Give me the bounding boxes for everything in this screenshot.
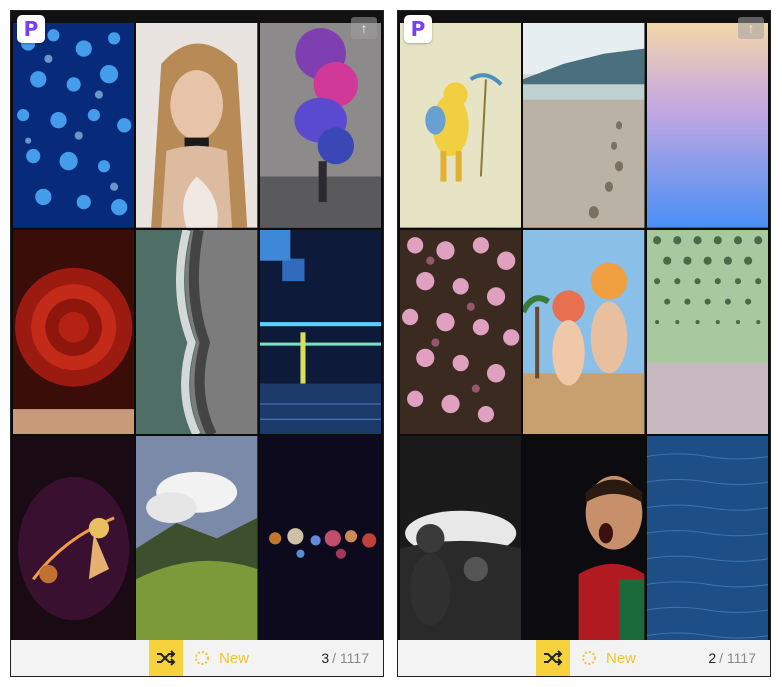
- app-logo-letter: P: [23, 17, 39, 41]
- shuffle-icon: [544, 650, 563, 666]
- sparkle-icon: [582, 651, 596, 665]
- wallpaper-tile-beach-aerial[interactable]: [136, 229, 258, 435]
- new-label: New: [606, 649, 637, 667]
- wallpaper-tile-fire-dancers[interactable]: [13, 436, 135, 641]
- sparkle-icon: [195, 651, 209, 665]
- wallpaper-tile-green-mountains[interactable]: [136, 436, 258, 641]
- wallpaper-grid: [400, 23, 768, 641]
- wallpaper-tile-red-rose[interactable]: [13, 229, 135, 435]
- bottom-bar: New 3 / 1117: [11, 640, 383, 676]
- counter-separator: /: [719, 650, 724, 666]
- counter-total: 1117: [726, 650, 756, 666]
- status-bar: [11, 11, 383, 23]
- phone-screen-left: P ↑ New 3 / 1117: [10, 10, 384, 677]
- counter-current: 2: [708, 650, 717, 666]
- new-filter-button[interactable]: New: [193, 640, 249, 676]
- phone-screen-right: P ↑ New 2 / 1117: [397, 10, 771, 677]
- bottom-bar: New 2 / 1117: [398, 640, 770, 676]
- page-counter: 3 / 1117: [321, 640, 369, 676]
- new-filter-button[interactable]: New: [580, 640, 636, 676]
- app-logo[interactable]: P: [404, 15, 432, 43]
- shuffle-icon: [157, 650, 176, 666]
- wallpaper-tile-jellyfish[interactable]: [13, 23, 135, 228]
- upload-button[interactable]: ↑: [351, 17, 377, 39]
- status-bar: [398, 11, 770, 23]
- wallpaper-tile-neon-abstract[interactable]: [259, 229, 381, 435]
- wallpaper-tile-anime-girls[interactable]: [523, 229, 645, 435]
- app-logo-letter: P: [410, 17, 426, 41]
- wallpaper-tile-pastel-gradient[interactable]: [646, 23, 768, 228]
- page-counter: 2 / 1117: [708, 640, 756, 676]
- shuffle-button[interactable]: [149, 640, 183, 676]
- wallpaper-tile-yellow-cartoon[interactable]: [400, 23, 522, 228]
- wallpaper-tile-ocean-water[interactable]: [646, 436, 768, 641]
- shuffle-button[interactable]: [536, 640, 570, 676]
- arrow-up-icon: ↑: [747, 20, 755, 36]
- counter-current: 3: [321, 650, 330, 666]
- wallpaper-tile-bokeh-lights[interactable]: [259, 436, 381, 641]
- upload-button[interactable]: ↑: [738, 17, 764, 39]
- new-label: New: [219, 649, 250, 667]
- wallpaper-tile-cristiano-ronaldo[interactable]: [523, 436, 645, 641]
- wallpaper-tile-woman-portrait[interactable]: [136, 23, 258, 228]
- wallpaper-tile-beach-footprints[interactable]: [523, 23, 645, 228]
- wallpaper-tile-purple-smoke[interactable]: [259, 23, 381, 228]
- wallpaper-tile-halftone-dots[interactable]: [646, 229, 768, 435]
- arrow-up-icon: ↑: [360, 20, 368, 36]
- app-logo[interactable]: P: [17, 15, 45, 43]
- counter-separator: /: [332, 650, 337, 666]
- wallpaper-tile-pink-flowers[interactable]: [400, 229, 522, 435]
- wallpaper-grid: [13, 23, 381, 641]
- wallpaper-tile-car-interior[interactable]: [400, 436, 522, 641]
- counter-total: 1117: [339, 650, 369, 666]
